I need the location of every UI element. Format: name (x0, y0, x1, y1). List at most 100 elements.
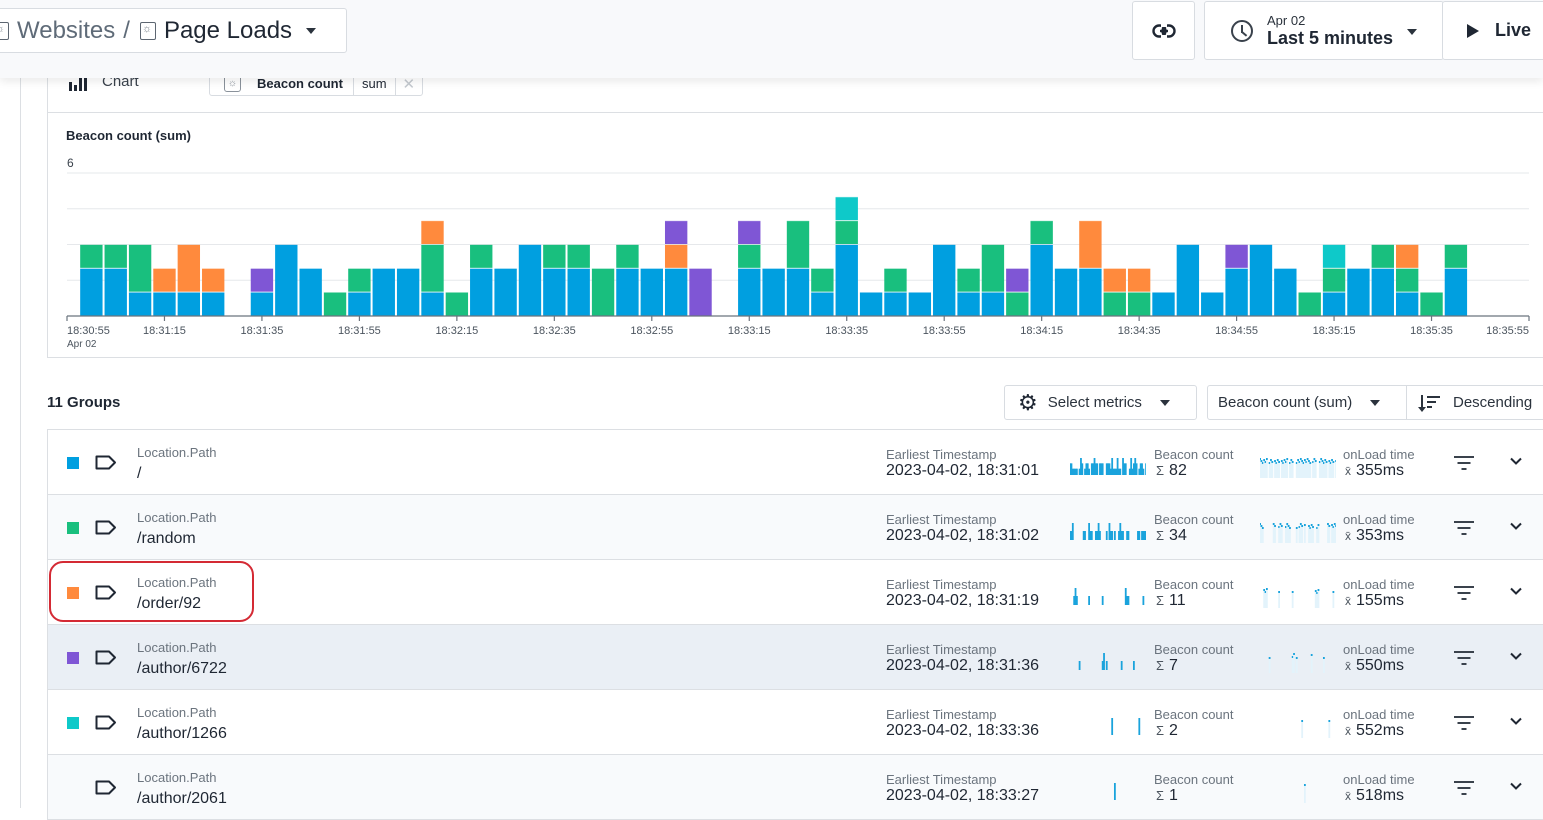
bar-segment[interactable] (323, 292, 347, 316)
filter-icon[interactable] (1453, 650, 1475, 666)
group-value[interactable]: /author/1266 (137, 725, 227, 743)
sort-field-select[interactable]: Beacon count (sum) (1207, 385, 1407, 420)
group-value[interactable]: /order/92 (137, 595, 201, 613)
filter-icon[interactable] (1453, 780, 1475, 796)
bar-segment[interactable] (518, 245, 542, 316)
bar-segment[interactable] (1274, 268, 1297, 316)
bar-segment[interactable] (1322, 292, 1346, 316)
bar-segment[interactable] (1079, 221, 1102, 268)
bar-segment[interactable] (738, 221, 761, 244)
group-row[interactable]: Location.Path /order/92 Earliest Timesta… (48, 560, 1543, 625)
group-row[interactable]: Location.Path /author/2061 Earliest Time… (48, 755, 1543, 820)
group-value[interactable]: /author/2061 (137, 790, 227, 808)
bar-segment[interactable] (202, 292, 225, 316)
bar-segment[interactable] (1006, 268, 1029, 292)
bar-segment[interactable] (421, 292, 444, 316)
select-metrics-button[interactable]: ⚙ Select metrics (1004, 385, 1197, 420)
bar-segment[interactable] (664, 268, 688, 316)
group-row[interactable]: Location.Path /author/1266 Earliest Time… (48, 690, 1543, 755)
breadcrumb[interactable]: Websites / Page Loads (0, 8, 347, 53)
group-value[interactable]: / (137, 465, 141, 483)
bar-segment[interactable] (1347, 268, 1370, 316)
bar-segment[interactable] (1030, 221, 1053, 244)
copy-link-button[interactable] (1132, 1, 1195, 60)
breadcrumb-websites[interactable]: Websites (17, 17, 115, 45)
bar-segment[interactable] (591, 268, 615, 316)
bar-segment[interactable] (1176, 245, 1200, 316)
bar-segment[interactable] (348, 292, 371, 316)
bar-segment[interactable] (1420, 292, 1443, 316)
group-value[interactable]: /author/6722 (137, 660, 227, 678)
bar-segment[interactable] (421, 221, 444, 244)
bar-segment[interactable] (884, 268, 907, 292)
bar-segment[interactable] (981, 245, 1005, 292)
bar-segment[interactable] (250, 292, 274, 316)
bar-segment[interactable] (640, 268, 663, 316)
bar-segment[interactable] (153, 292, 176, 316)
bar-segment[interactable] (1395, 245, 1419, 268)
bar-segment[interactable] (275, 245, 298, 316)
live-button[interactable]: Live (1442, 1, 1543, 60)
bar-segment[interactable] (250, 268, 274, 292)
bar-segment[interactable] (1127, 268, 1151, 292)
bar-segment[interactable] (1444, 268, 1468, 316)
bar-segment[interactable] (859, 292, 883, 316)
bar-segment[interactable] (884, 292, 907, 316)
chevron-down-icon[interactable] (1509, 649, 1523, 663)
bar-segment[interactable] (664, 245, 688, 268)
bar-segment[interactable] (762, 268, 785, 316)
bar-segment[interactable] (177, 245, 201, 292)
bar-segment[interactable] (616, 245, 639, 268)
bar-segment[interactable] (1225, 268, 1248, 316)
bar-segment[interactable] (1225, 245, 1248, 268)
bar-segment[interactable] (1152, 292, 1175, 316)
bar-segment[interactable] (470, 268, 493, 316)
bar-segment[interactable] (1395, 268, 1419, 292)
bar-segment[interactable] (128, 292, 152, 316)
bar-segment[interactable] (1054, 268, 1078, 316)
bar-segment[interactable] (1127, 292, 1151, 316)
bar-segment[interactable] (1444, 245, 1468, 268)
chevron-down-icon[interactable] (306, 27, 317, 34)
bar-segment[interactable] (543, 245, 566, 268)
bar-segment[interactable] (738, 268, 761, 316)
chevron-down-icon[interactable] (1509, 779, 1523, 793)
group-row[interactable]: Location.Path /random Earliest Timestamp… (48, 495, 1543, 560)
filter-icon[interactable] (1453, 520, 1475, 536)
filter-icon[interactable] (1453, 585, 1475, 601)
bar-segment[interactable] (80, 245, 103, 268)
bar-segment[interactable] (396, 268, 420, 316)
bar-segment[interactable] (128, 245, 152, 292)
filter-icon[interactable] (1453, 715, 1475, 731)
bar-segment[interactable] (957, 292, 980, 316)
chevron-down-icon[interactable] (1509, 714, 1523, 728)
bar-segment[interactable] (104, 245, 127, 268)
bar-segment[interactable] (1103, 268, 1126, 292)
bar-segment[interactable] (811, 292, 834, 316)
bar-segment[interactable] (1371, 268, 1394, 316)
bar-segment[interactable] (1395, 292, 1419, 316)
bar-segment[interactable] (348, 268, 371, 292)
bar-segment[interactable] (1103, 292, 1126, 316)
bar-segment[interactable] (664, 221, 688, 244)
chevron-down-icon[interactable] (1509, 454, 1523, 468)
bar-segment[interactable] (1030, 245, 1053, 316)
bar-segment[interactable] (421, 245, 444, 292)
bar-segment[interactable] (543, 268, 566, 316)
bar-segment[interactable] (1322, 268, 1346, 292)
group-value[interactable]: /random (137, 530, 196, 548)
bar-segment[interactable] (177, 292, 201, 316)
bar-segment[interactable] (689, 268, 712, 316)
bar-segment[interactable] (811, 268, 834, 292)
bar-segment[interactable] (153, 268, 176, 292)
bar-segment[interactable] (957, 268, 980, 292)
bar-segment[interactable] (470, 245, 493, 268)
bar-segment[interactable] (1249, 245, 1273, 316)
bar-chart[interactable]: 6 18:30:55 18:31:15 18:31:35 18:31:55 18:32:1… (48, 151, 1543, 359)
sort-direction-button[interactable]: Descending (1406, 385, 1543, 420)
chevron-down-icon[interactable] (1509, 519, 1523, 533)
bar-segment[interactable] (445, 292, 469, 316)
bar-segment[interactable] (1006, 292, 1029, 316)
filter-icon[interactable] (1453, 455, 1475, 471)
group-row[interactable]: Location.Path /author/6722 Earliest Time… (48, 625, 1543, 690)
